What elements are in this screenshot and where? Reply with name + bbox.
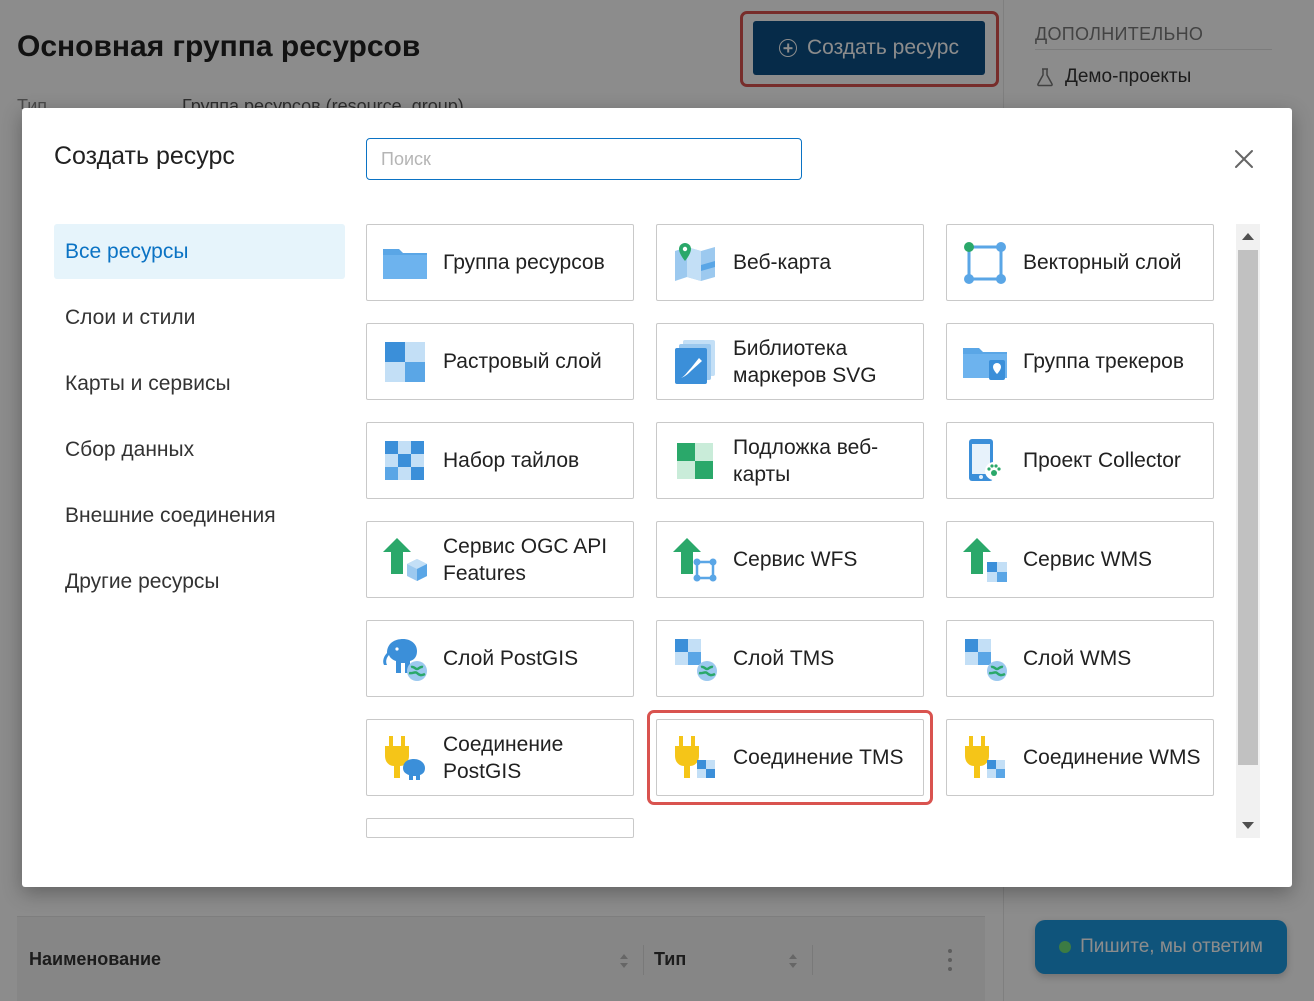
category-label: Все ресурсы: [65, 239, 189, 263]
resource-card-label: Набор тайлов: [443, 449, 580, 472]
resource-card-webmap[interactable]: Веб-карта: [656, 224, 924, 301]
resource-card-partial[interactable]: [366, 818, 634, 838]
resource-card-label: Библиотека маркеров SVG: [733, 336, 877, 387]
resource-card-svg-marker-library[interactable]: Библиотека маркеров SVG: [656, 323, 924, 400]
tracker-group-icon: [963, 347, 1007, 380]
resource-card-tms-layer[interactable]: Слой TMS: [656, 620, 924, 697]
page: Основная группа ресурсов Создать ресурс …: [0, 0, 1314, 1001]
resource-card-resource-group[interactable]: Группа ресурсов: [366, 224, 634, 301]
resource-card-label: Группа ресурсов: [443, 251, 605, 274]
tileset-icon: [385, 440, 424, 480]
category-list: Все ресурсы Слои и стили Карты и сервисы…: [54, 224, 345, 620]
category-label: Карты и сервисы: [65, 371, 231, 395]
tms-connection-icon: [675, 735, 715, 778]
resource-card-label: Слой PostGIS: [443, 647, 579, 670]
vector-layer-icon: [964, 241, 1006, 284]
resource-card-wms-layer[interactable]: Слой WMS: [946, 620, 1214, 697]
resource-card-label: Слой TMS: [733, 647, 835, 670]
scrollbar-thumb[interactable]: [1238, 250, 1258, 765]
wfs-service-icon: [673, 537, 717, 581]
resource-grid-viewport: Группа ресурсов Веб-карта Векторный слой…: [366, 224, 1260, 838]
resource-grid: Группа ресурсов Веб-карта Векторный слой…: [366, 224, 1260, 838]
wms-connection-icon: [965, 735, 1005, 778]
resource-card-postgis-connection[interactable]: Соединение PostGIS: [366, 719, 634, 796]
raster-layer-icon: [385, 341, 425, 382]
category-item-other[interactable]: Другие ресурсы: [54, 554, 345, 609]
resource-card-label: Соединение PostGIS: [443, 732, 564, 783]
scroll-down-icon[interactable]: [1242, 822, 1254, 829]
postgis-connection-icon: [385, 735, 425, 780]
search-input[interactable]: [366, 138, 802, 180]
category-label: Сбор данных: [65, 437, 195, 461]
category-label: Слои и стили: [65, 305, 196, 329]
resource-card-wms-service[interactable]: Сервис WMS: [946, 521, 1214, 598]
category-item-data-collection[interactable]: Сбор данных: [54, 422, 345, 477]
resource-card-label: Растровый слой: [443, 350, 602, 373]
tms-layer-icon: [675, 638, 717, 681]
category-item-external[interactable]: Внешние соединения: [54, 488, 345, 543]
resource-card-label: Проект Collector: [1023, 449, 1181, 472]
ogcf-service-icon: [383, 537, 427, 581]
resource-card-raster-layer[interactable]: Растровый слой: [366, 323, 634, 400]
resource-card-tracker-group[interactable]: Группа трекеров: [946, 323, 1214, 400]
collector-project-icon: [969, 438, 1003, 481]
resource-card-label: Сервис WFS: [733, 548, 858, 571]
postgis-layer-icon: [383, 638, 427, 681]
resource-card-wfs-service[interactable]: Сервис WFS: [656, 521, 924, 598]
wms-service-icon: [963, 537, 1007, 582]
category-label: Внешние соединения: [65, 503, 276, 527]
dialog-title: Создать ресурс: [54, 142, 235, 170]
category-item-all[interactable]: Все ресурсы: [54, 224, 345, 279]
category-item-maps[interactable]: Карты и сервисы: [54, 356, 345, 411]
scroll-up-icon[interactable]: [1242, 233, 1254, 240]
svg-marker-library-icon: [675, 339, 715, 384]
resource-card-collector-project[interactable]: Проект Collector: [946, 422, 1214, 499]
basemap-icon: [677, 442, 713, 479]
webmap-icon: [675, 242, 715, 281]
close-button[interactable]: [1229, 144, 1259, 174]
close-icon: [1235, 150, 1253, 168]
resource-card-vector-layer[interactable]: Векторный слой: [946, 224, 1214, 301]
resource-card-label: Сервис WMS: [1023, 548, 1153, 571]
folder-icon: [383, 248, 427, 279]
resource-card-label: Соединение WMS: [1023, 746, 1201, 769]
wms-layer-icon: [965, 638, 1007, 681]
resource-card-label: Соединение TMS: [733, 746, 904, 769]
resource-card-label: Подложка веб-карты: [733, 435, 879, 486]
resource-grid-scrollbar[interactable]: [1236, 224, 1260, 838]
resource-card-postgis-layer[interactable]: Слой PostGIS: [366, 620, 634, 697]
resource-card-tms-connection[interactable]: Соединение TMS: [647, 710, 933, 805]
resource-card-wms-connection[interactable]: Соединение WMS: [946, 719, 1214, 796]
resource-card-ogcf-service[interactable]: Сервис OGC API Features: [366, 521, 634, 598]
resource-card-label: Веб-карта: [733, 251, 832, 274]
category-label: Другие ресурсы: [65, 569, 220, 593]
resource-card-label: Сервис OGC API Features: [443, 534, 608, 585]
resource-card-basemap[interactable]: Подложка веб-карты: [656, 422, 924, 499]
resource-card-label: Векторный слой: [1023, 251, 1182, 274]
category-item-layers[interactable]: Слои и стили: [54, 290, 345, 345]
resource-card-label: Группа трекеров: [1023, 350, 1184, 373]
create-resource-dialog: Создать ресурс Все ресурсы Слои и стили …: [22, 108, 1292, 887]
resource-card-label: Слой WMS: [1023, 647, 1132, 670]
resource-card-tileset[interactable]: Набор тайлов: [366, 422, 634, 499]
